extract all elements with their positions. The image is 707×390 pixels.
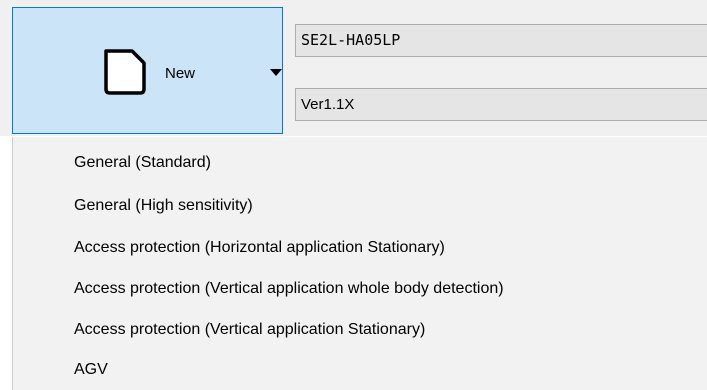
menu-item-access-vertical-stationary[interactable]: Access protection (Vertical application … (74, 315, 694, 344)
new-button-label: New (165, 65, 196, 82)
new-button[interactable]: New (12, 7, 283, 134)
document-icon (99, 48, 151, 96)
model-select[interactable]: SE2L-HA05LP (295, 24, 707, 57)
version-select-value: Ver1.1X (301, 96, 355, 113)
menu-item-general-standard[interactable]: General (Standard) (74, 148, 694, 177)
menu-item-access-vertical-whole-body[interactable]: Access protection (Vertical application … (74, 274, 694, 303)
menu-item-general-high-sensitivity[interactable]: General (High sensitivity) (74, 191, 694, 220)
model-select-value: SE2L-HA05LP (301, 31, 401, 49)
version-select[interactable]: Ver1.1X (295, 88, 707, 121)
caret-down-icon[interactable] (270, 69, 282, 77)
menu-item-agv[interactable]: AGV (74, 355, 694, 384)
new-dropdown-menu: General (Standard) General (High sensiti… (12, 137, 707, 390)
menu-item-access-horizontal-stationary[interactable]: Access protection (Horizontal applicatio… (74, 233, 694, 262)
